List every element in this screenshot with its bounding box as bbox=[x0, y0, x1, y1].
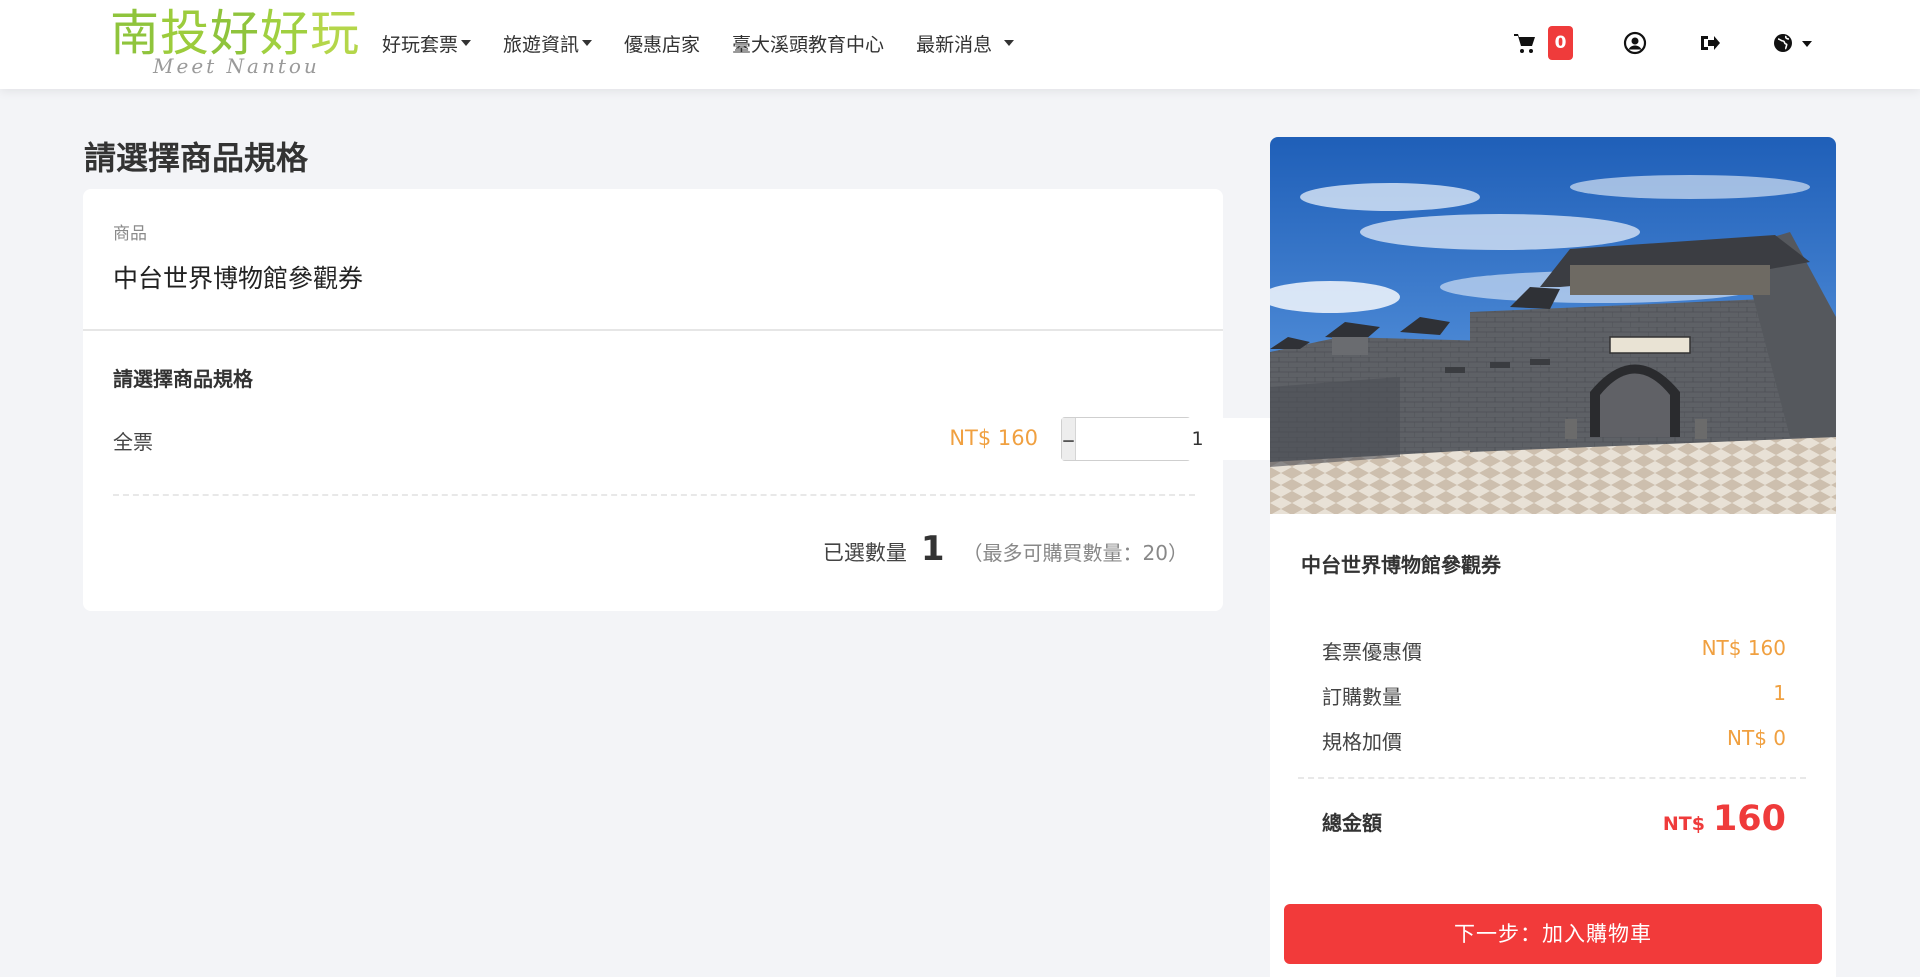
max-quantity-note: （最多可購買數量：20） bbox=[962, 541, 1188, 565]
summary-row-label: 套票優惠價 bbox=[1322, 640, 1422, 664]
total-amount-value: NT$ 160 bbox=[1663, 799, 1786, 839]
selected-quantity-row: 已選數量 1 （最多可購買數量：20） bbox=[823, 529, 1188, 569]
logo-tagline: Meet Nantou bbox=[153, 54, 320, 78]
selected-quantity-label: 已選數量 bbox=[822, 541, 907, 565]
summary-product-name: 中台世界博物館參觀券 bbox=[1301, 553, 1501, 577]
nav-item-news[interactable]: 最新消息 bbox=[916, 30, 1015, 57]
cart-count-badge[interactable]: 0 bbox=[1548, 26, 1573, 60]
product-label: 商品 bbox=[113, 224, 147, 244]
nav-item-tickets[interactable]: 好玩套票 bbox=[382, 30, 472, 57]
summary-row-value: NT$ 160 bbox=[1701, 636, 1786, 660]
caret-down-icon bbox=[582, 40, 593, 46]
nav-item-label: 旅遊資訊 bbox=[503, 33, 580, 56]
total-amount-label: 總金額 bbox=[1322, 811, 1382, 835]
nav-item-travel-info[interactable]: 旅遊資訊 bbox=[503, 30, 593, 57]
selected-quantity-value: 1 bbox=[920, 529, 945, 569]
nav-item-shops[interactable]: 優惠店家 bbox=[624, 30, 700, 57]
summary-row-spec-surcharge: 規格加價 NT$ 0 bbox=[1322, 726, 1786, 755]
site-logo[interactable]: 南投好好玩 Meet Nantou bbox=[110, 4, 359, 78]
spec-option-name: 全票 bbox=[113, 430, 153, 454]
spec-selection-card: 商品 中台世界博物館參觀券 請選擇商品規格 全票 NT$ 160 – + 已選數… bbox=[83, 189, 1342, 611]
nav-item-label: 最新消息 bbox=[916, 33, 993, 56]
summary-row-label: 訂購數量 bbox=[1322, 685, 1402, 709]
quantity-stepper: – + bbox=[1061, 417, 1342, 461]
decrease-quantity-button[interactable]: – bbox=[1062, 418, 1076, 460]
language-globe-icon[interactable] bbox=[1771, 31, 1815, 55]
total-amount-row: 總金額 NT$ 160 bbox=[1322, 799, 1786, 839]
user-icon[interactable] bbox=[1623, 31, 1647, 55]
cart-icon[interactable] bbox=[1513, 31, 1537, 55]
spec-option-price: NT$ 160 bbox=[949, 426, 1038, 450]
top-navbar: 南投好好玩 Meet Nantou 好玩套票 旅遊資訊 優惠店家 臺大溪頭教育中… bbox=[0, 0, 1920, 89]
section-divider bbox=[83, 329, 1223, 331]
summary-row-value: NT$ 0 bbox=[1727, 726, 1786, 750]
caret-down-icon bbox=[461, 40, 472, 46]
add-to-cart-button[interactable]: 下一步：加入購物車 bbox=[1284, 904, 1822, 964]
dashed-divider bbox=[1298, 777, 1806, 779]
main-nav: 好玩套票 旅遊資訊 優惠店家 臺大溪頭教育中心 最新消息 bbox=[382, 28, 1046, 58]
page-title: 請選擇商品規格 bbox=[84, 139, 309, 177]
total-number: 160 bbox=[1712, 799, 1786, 839]
summary-row-value: 1 bbox=[1773, 681, 1786, 705]
product-photo bbox=[1270, 137, 1836, 514]
logout-icon[interactable] bbox=[1698, 31, 1722, 55]
spec-section-title: 請選擇商品規格 bbox=[113, 367, 253, 391]
nav-item-label: 好玩套票 bbox=[382, 33, 459, 56]
nav-item-label: 優惠店家 bbox=[624, 33, 701, 56]
product-name: 中台世界博物館參觀券 bbox=[113, 264, 364, 293]
summary-row-order-quantity: 訂購數量 1 bbox=[1322, 681, 1786, 710]
caret-down-icon bbox=[1004, 40, 1015, 46]
total-currency: NT$ bbox=[1662, 813, 1705, 835]
nav-item-education-center[interactable]: 臺大溪頭教育中心 bbox=[732, 30, 884, 57]
summary-row-package-price: 套票優惠價 NT$ 160 bbox=[1322, 636, 1786, 665]
summary-row-label: 規格加價 bbox=[1322, 730, 1402, 754]
dashed-divider bbox=[113, 494, 1195, 496]
order-summary-panel: 中台世界博物館參觀券 套票優惠價 NT$ 160 訂購數量 1 規格加價 NT$… bbox=[1270, 137, 1836, 977]
nav-item-label: 臺大溪頭教育中心 bbox=[732, 33, 885, 56]
